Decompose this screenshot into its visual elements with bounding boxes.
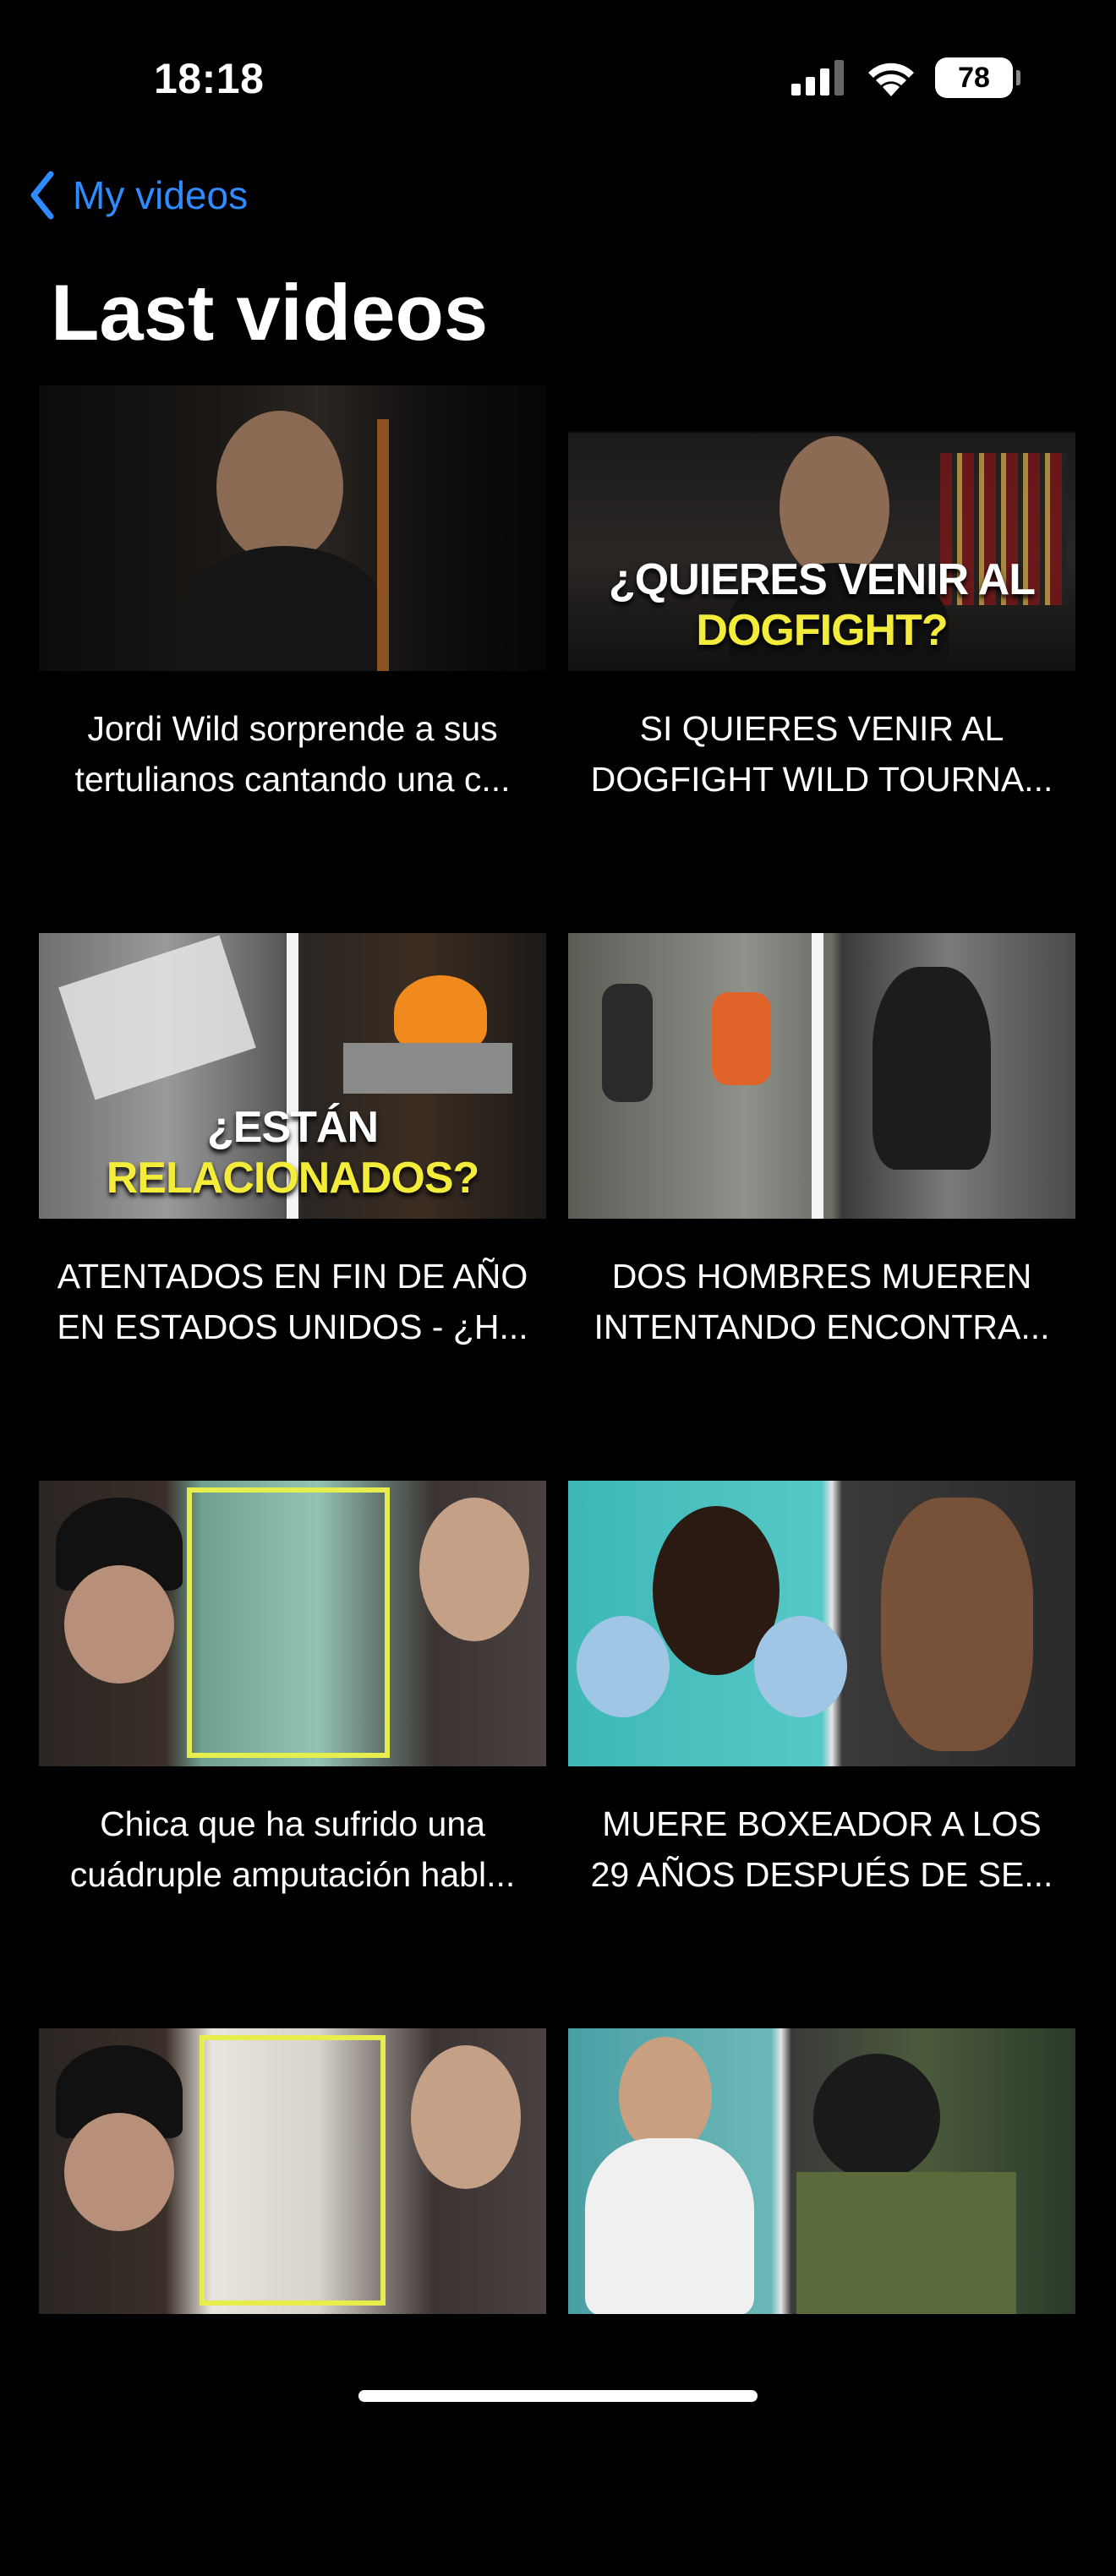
video-card[interactable]: MUERE BOXEADOR A LOS 29 AÑOS DESPUÉS DE S… (568, 1481, 1075, 2028)
video-thumbnail: ¿ESTÁN RELACIONADOS? (39, 933, 546, 1219)
cellular-signal-icon (791, 60, 844, 96)
video-card[interactable] (568, 2028, 1075, 2576)
video-thumbnail (568, 933, 1075, 1219)
video-card[interactable]: DOS HOMBRES MUEREN INTENTANDO ENCONTRA... (568, 933, 1075, 1481)
battery-icon: 78 (935, 57, 1020, 98)
video-card[interactable]: Chica que ha sufrido una cuádruple amputa… (39, 1481, 546, 2028)
video-title: ATENTADOS EN FIN DE AÑO EN ESTADOS UNIDOS… (57, 1257, 528, 1346)
video-card[interactable]: ¿ESTÁN RELACIONADOS? ATENTADOS EN FIN DE… (39, 933, 546, 1481)
video-title: Jordi Wild sorprende a sus tertulianos ca… (74, 709, 511, 799)
video-title: MUERE BOXEADOR A LOS 29 AÑOS DESPUÉS DE S… (590, 1804, 1053, 1894)
thumbnail-overlay-text: ¿QUIERES VENIR AL DOGFIGHT? (608, 555, 1036, 655)
video-thumbnail (568, 1481, 1075, 1766)
status-time: 18:18 (154, 55, 265, 102)
video-title: Chica que ha sufrido una cuádruple amputa… (69, 1804, 516, 1894)
video-card[interactable] (39, 2028, 546, 2576)
video-thumbnail (568, 2028, 1075, 2314)
video-card[interactable]: Jordi Wild sorprende a sus tertulianos ca… (39, 385, 546, 933)
video-thumbnail (39, 2028, 546, 2314)
video-thumbnail (39, 1481, 546, 1766)
video-card[interactable]: ¿QUIERES VENIR AL DOGFIGHT? SI QUIERES V… (568, 385, 1075, 933)
video-title: DOS HOMBRES MUEREN INTENTANDO ENCONTRA... (594, 1257, 1050, 1346)
video-title: SI QUIERES VENIR AL DOGFIGHT WILD TOURNA.… (590, 709, 1053, 799)
back-button[interactable]: My videos (29, 171, 248, 220)
video-thumbnail (39, 385, 546, 671)
video-grid: Jordi Wild sorprende a sus tertulianos ca… (39, 385, 1075, 2576)
home-indicator[interactable] (358, 2390, 758, 2402)
chevron-left-icon (30, 171, 54, 220)
video-thumbnail: ¿QUIERES VENIR AL DOGFIGHT? (568, 385, 1075, 671)
page-title: Last videos (51, 268, 489, 357)
status-icons: 78 (791, 57, 1020, 98)
back-button-label: My videos (73, 173, 249, 217)
thumbnail-overlay-text: ¿ESTÁN RELACIONADOS? (106, 1103, 480, 1203)
wifi-icon (868, 63, 914, 96)
